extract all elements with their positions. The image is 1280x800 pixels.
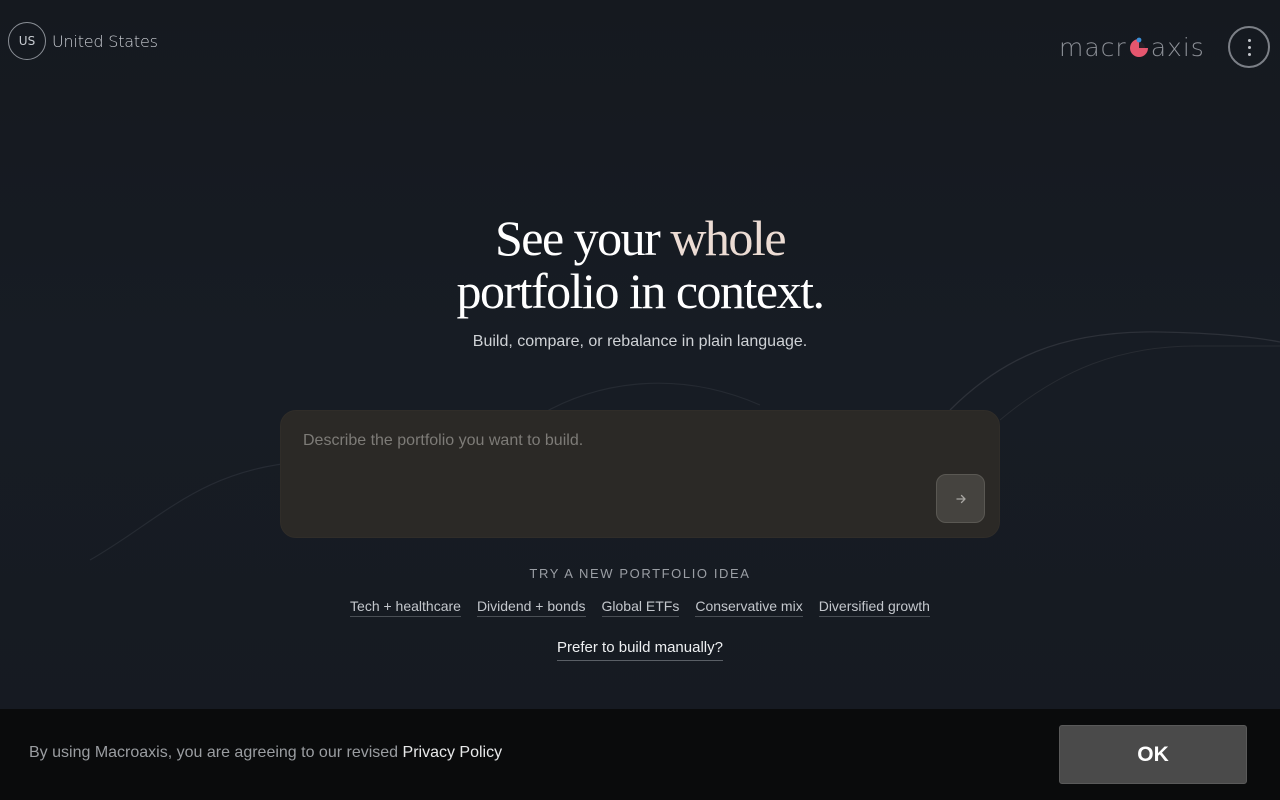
ideas-heading: TRY A NEW PORTFOLIO IDEA — [529, 566, 751, 581]
prompt-box — [280, 410, 1000, 538]
hero: See your whole portfolio in context. Bui… — [0, 212, 1280, 351]
hero-title-part2: portfolio in context. — [456, 263, 825, 319]
idea-link[interactable]: Dividend + bonds — [476, 598, 586, 617]
macroaxis-logo[interactable]: macr axis — [1059, 32, 1205, 62]
logo-mark-icon — [1129, 37, 1148, 57]
hero-title-part1: See your — [494, 210, 671, 266]
hero-title-accent: whole — [670, 210, 786, 266]
privacy-policy-link[interactable]: Privacy Policy — [403, 744, 503, 761]
idea-list: Tech + healthcare Dividend + bonds Globa… — [0, 598, 1280, 617]
idea-link[interactable]: Tech + healthcare — [350, 598, 461, 617]
idea-link[interactable]: Conservative mix — [695, 598, 803, 617]
region-badge: US — [8, 22, 46, 60]
region-selector[interactable]: US United States — [8, 22, 158, 60]
hero-title: See your whole portfolio in context. — [0, 212, 1280, 318]
portfolio-prompt-input[interactable] — [303, 432, 923, 492]
send-button[interactable] — [936, 474, 985, 523]
more-menu-button[interactable] — [1228, 26, 1270, 68]
cookie-text: By using Macroaxis, you are agreeing to … — [29, 744, 502, 762]
hero-subtitle: Build, compare, or rebalance in plain la… — [472, 333, 808, 350]
ok-button[interactable]: OK — [1059, 725, 1247, 784]
menu-dot — [1247, 38, 1251, 42]
cookie-message: By using Macroaxis, you are agreeing to … — [29, 744, 403, 761]
logo-text-left: macr — [1059, 32, 1127, 62]
cookie-banner: By using Macroaxis, you are agreeing to … — [0, 709, 1280, 800]
manual-build-row: Prefer to build manually? — [0, 639, 1280, 661]
region-label: United States — [52, 31, 158, 51]
logo-text-right: axis — [1150, 32, 1205, 62]
build-manually-link[interactable]: Prefer to build manually? — [557, 639, 723, 661]
arrow-right-icon — [955, 494, 966, 503]
idea-link[interactable]: Global ETFs — [601, 598, 680, 617]
menu-dot — [1247, 52, 1251, 56]
background-curves — [89, 331, 1280, 561]
idea-link[interactable]: Diversified growth — [818, 598, 930, 617]
menu-dot — [1247, 45, 1251, 49]
